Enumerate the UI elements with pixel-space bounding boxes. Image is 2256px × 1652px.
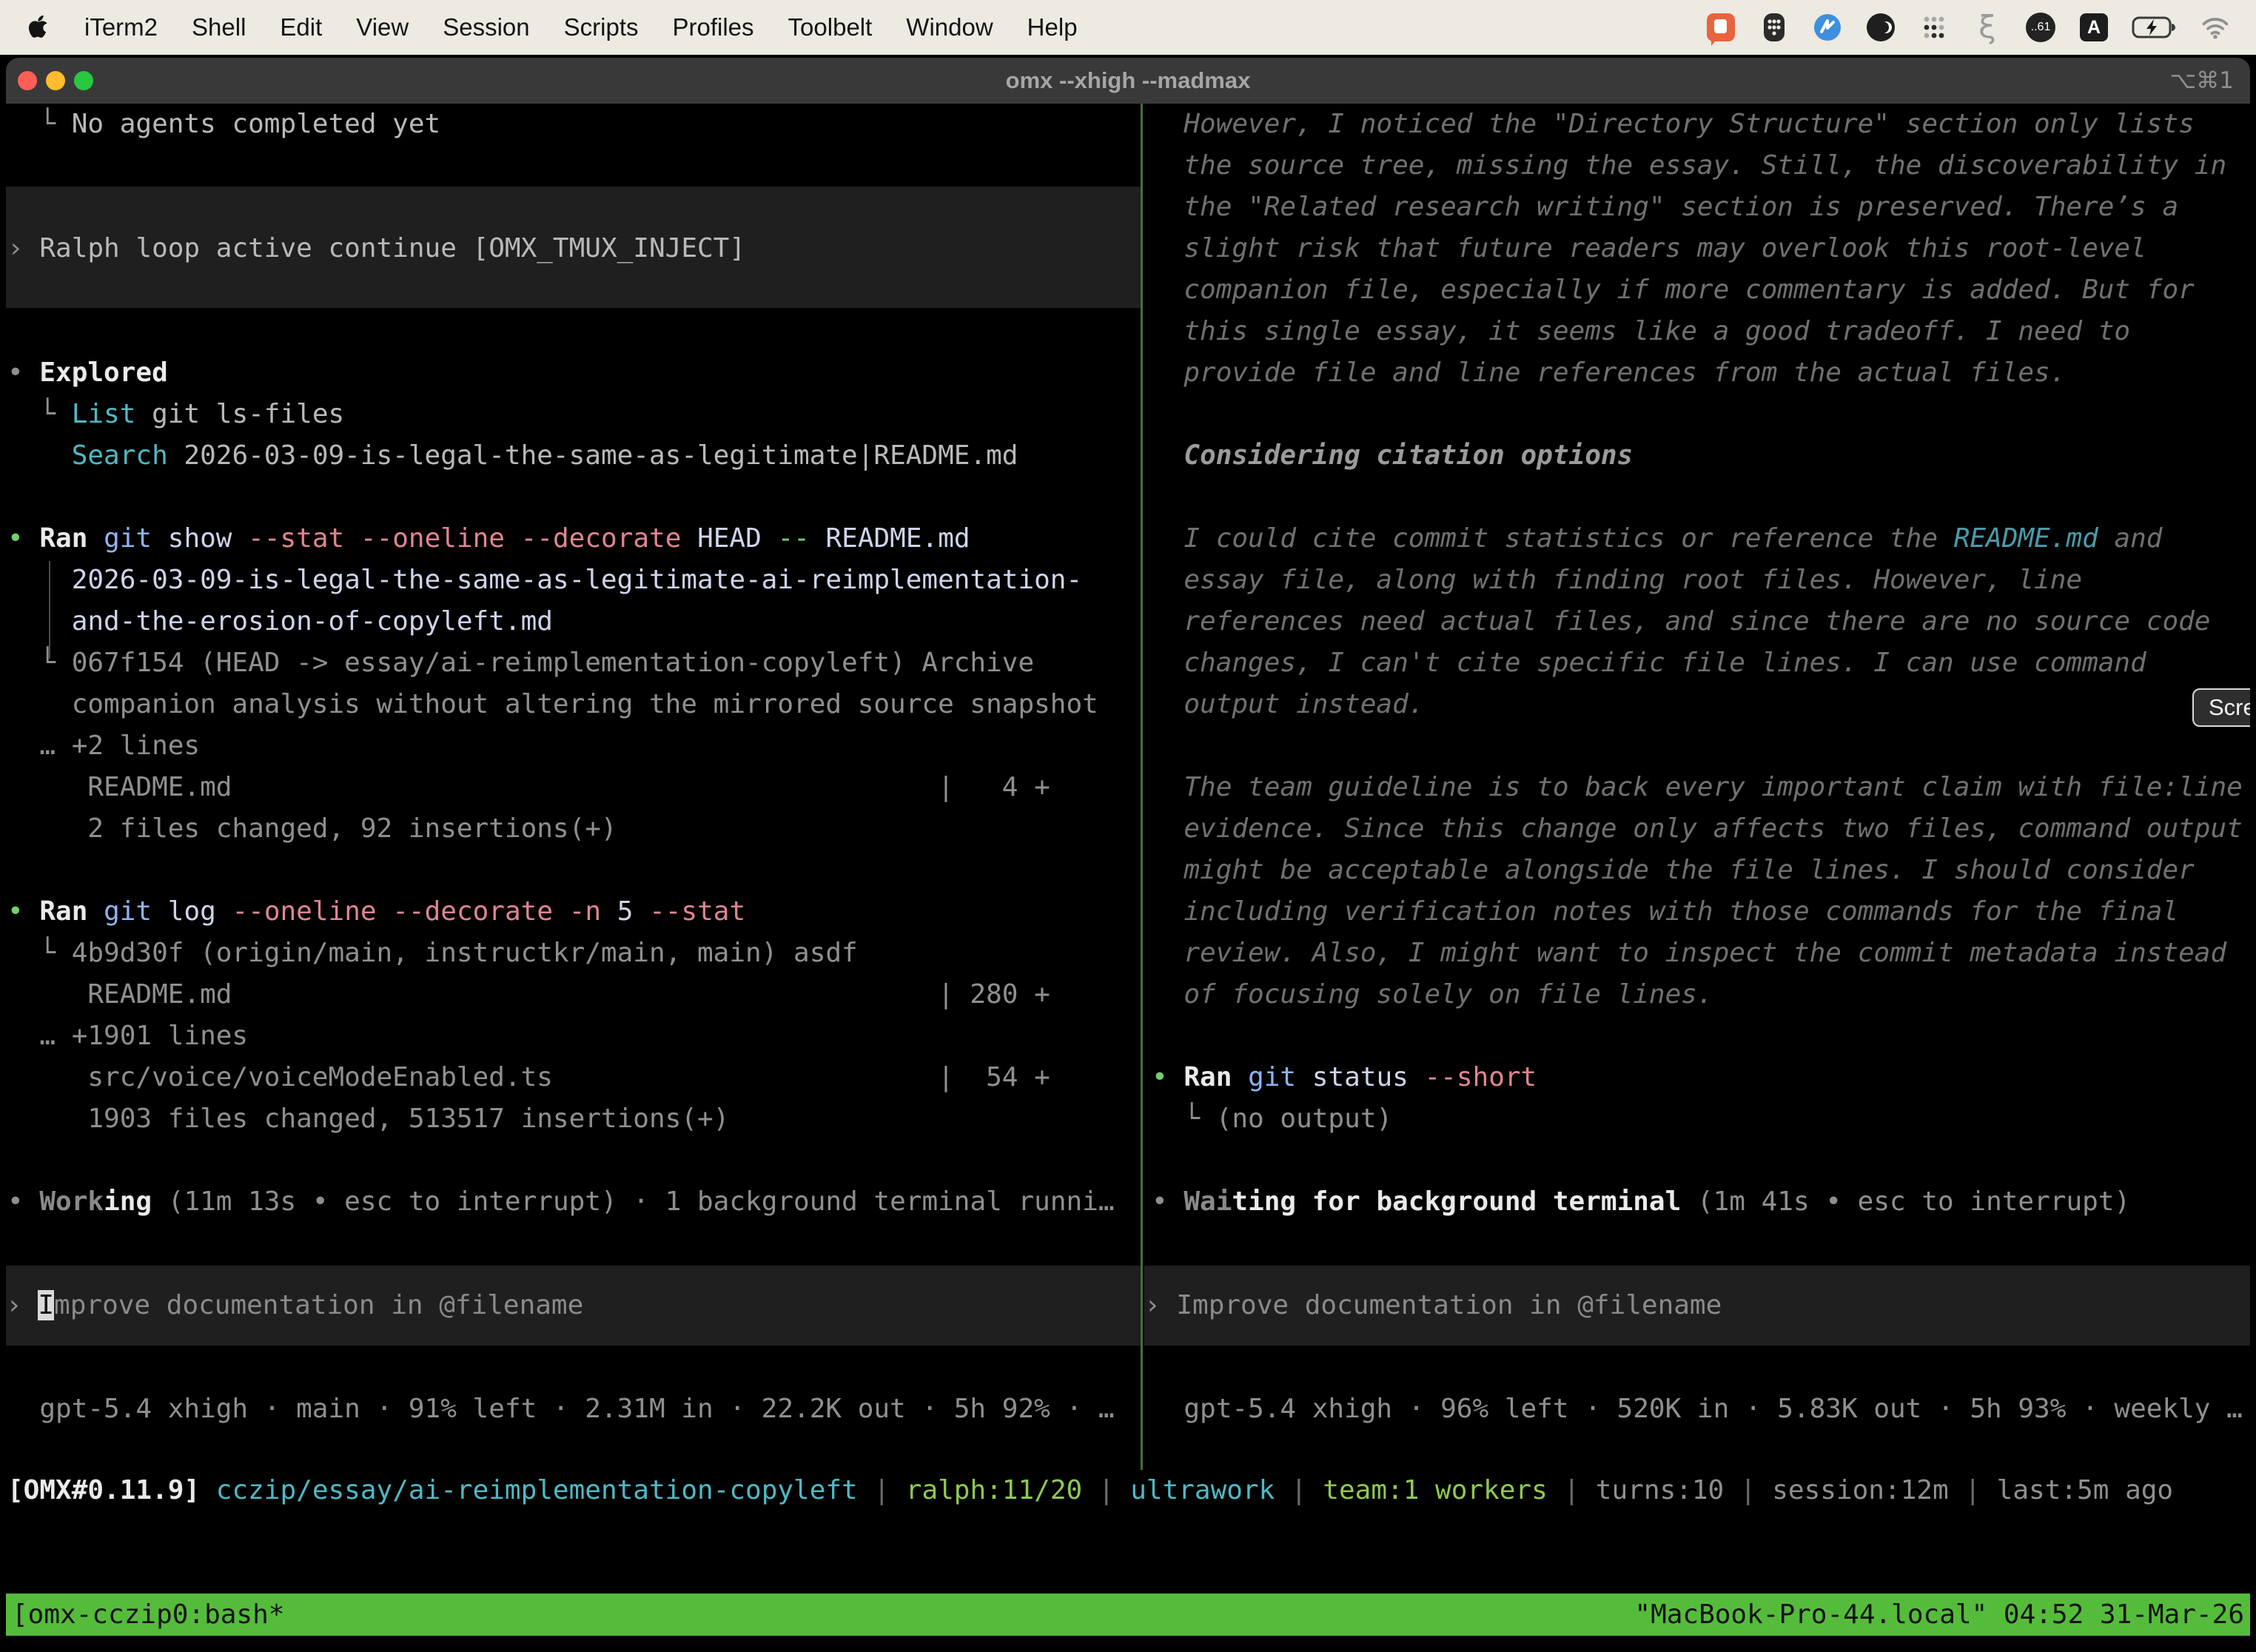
shield-grid-icon[interactable]	[1759, 12, 1790, 43]
terminal-content: └ No agents completed yet› Ralph loop ac…	[6, 104, 2250, 1652]
menu-items: iTerm2 Shell Edit View Session Scripts Profile…	[0, 13, 1078, 41]
menu-item[interactable]: iTerm2	[84, 13, 158, 41]
screen-tooltip: Scre	[2192, 688, 2250, 727]
tmux-status-bar: [omx-cczip0:bash* "MacBook-Pro-44.local"…	[6, 1594, 2250, 1636]
keyboard-a-icon[interactable]: A	[2078, 12, 2109, 43]
left-prompt-input[interactable]: › Improve documentation in @filename	[6, 1266, 1141, 1346]
menu-item[interactable]: Edit	[280, 13, 322, 41]
menu-bar: iTerm2 Shell Edit View Session Scripts Profile…	[0, 0, 2256, 55]
tmux-host-clock: "MacBook-Pro-44.local" 04:52 31-Mar-26	[1634, 1594, 2244, 1636]
omx-status-bar: [OMX#0.11.9] cczip/essay/ai-reimplementa…	[7, 1470, 2250, 1511]
blue-badge-icon[interactable]	[1812, 12, 1843, 43]
menu-item[interactable]: Profiles	[673, 13, 754, 41]
wifi-icon[interactable]	[2200, 12, 2231, 43]
crescent-circle-icon[interactable]	[1865, 12, 1896, 43]
battery-charging-icon[interactable]	[2132, 12, 2178, 43]
window-title-bar[interactable]: omx --xhigh --madmax ⌥⌘1	[6, 58, 2250, 104]
dots-grid-icon[interactable]	[1918, 12, 1950, 43]
chat-bubble-icon[interactable]	[1705, 12, 1736, 43]
circle-61-badge[interactable]: ..61	[2025, 12, 2056, 43]
screen-tooltip-label: Scre	[2209, 694, 2250, 721]
menu-status-icons: ξ ..61 A	[1705, 12, 2256, 43]
menu-item[interactable]: Scripts	[564, 13, 639, 41]
menu-item[interactable]: Toolbelt	[788, 13, 873, 41]
menu-item[interactable]: View	[356, 13, 409, 41]
pane-divider[interactable]	[1141, 104, 1143, 1470]
menu-item[interactable]: Help	[1027, 13, 1078, 41]
iterm-window: omx --xhigh --madmax ⌥⌘1 └ No agents com…	[6, 58, 2250, 1652]
squiggle-icon[interactable]: ξ	[1972, 12, 2003, 43]
window-title: omx --xhigh --madmax	[6, 67, 2250, 94]
menu-item[interactable]: Window	[906, 13, 993, 41]
tmux-session-label: [omx-cczip0:bash*	[12, 1594, 284, 1636]
right-prompt-input[interactable]: › Improve documentation in @filename	[1144, 1266, 2250, 1346]
menu-item[interactable]: Session	[443, 13, 529, 41]
window-shortcut-hint: ⌥⌘1	[2170, 58, 2234, 104]
menu-item[interactable]: Shell	[192, 13, 246, 41]
apple-menu-icon[interactable]	[28, 14, 50, 41]
